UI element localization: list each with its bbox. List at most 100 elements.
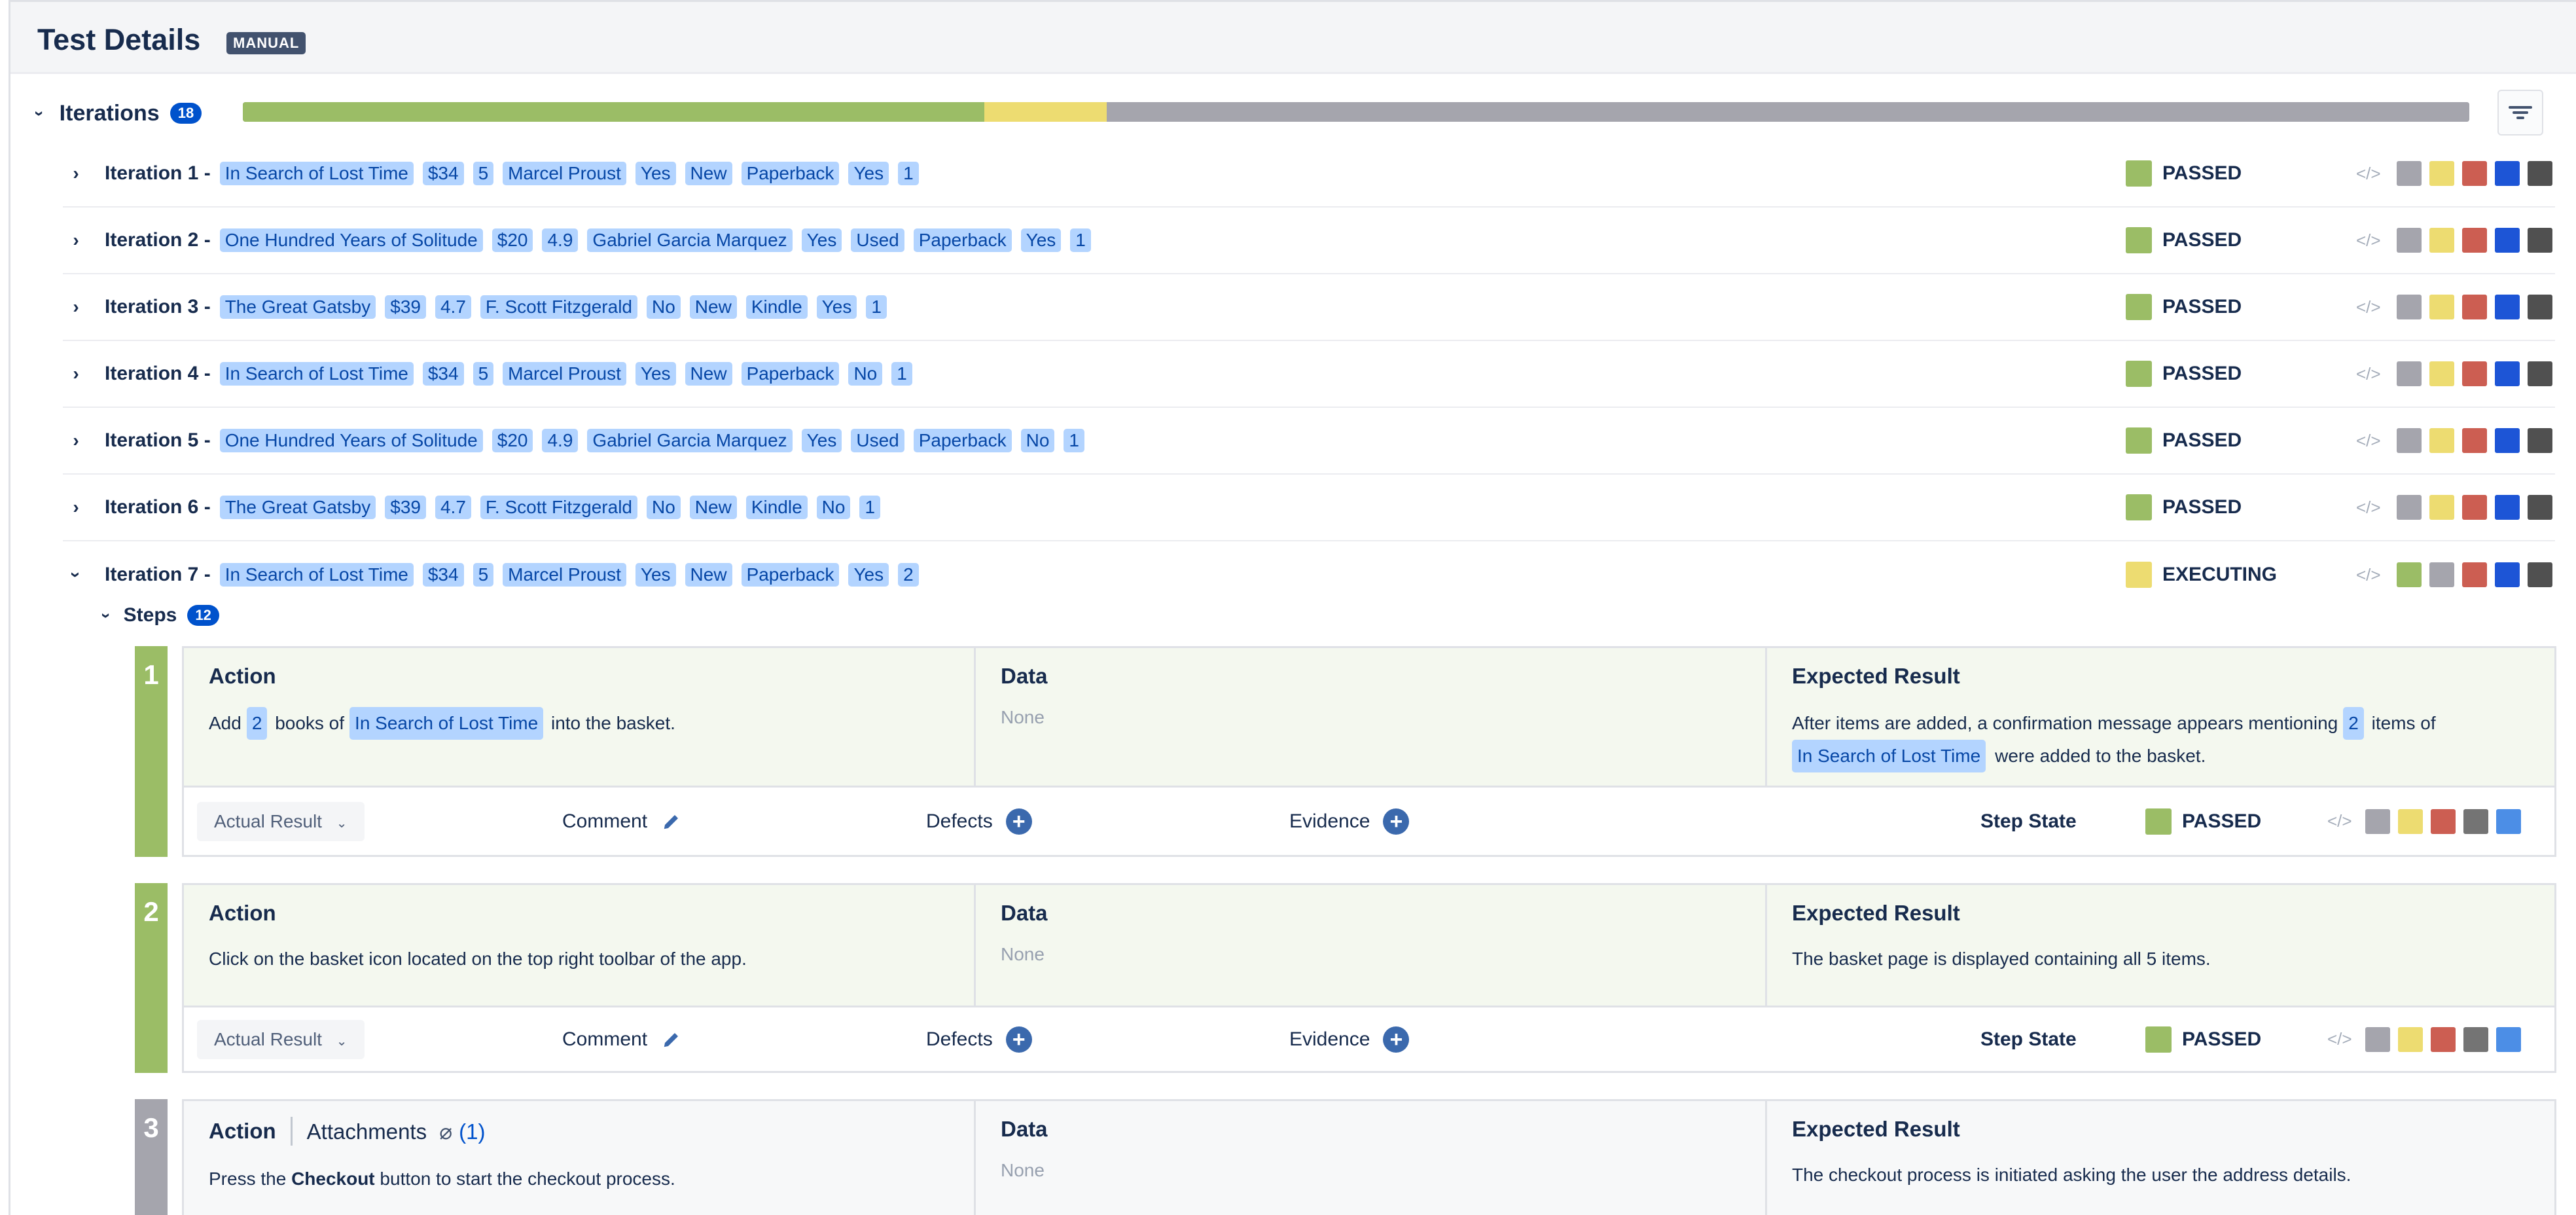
code-icon[interactable]: </> [2356, 364, 2381, 384]
iterations-toggle[interactable]: › Iterations 18 [30, 95, 202, 132]
action-text: Press the Checkout button to start the c… [209, 1169, 675, 1189]
status-failed-button[interactable] [2430, 1026, 2456, 1052]
status-aborted-button[interactable] [2527, 428, 2552, 453]
status-option-button[interactable] [2429, 361, 2454, 386]
status-blocked-button[interactable] [2494, 495, 2520, 520]
status-blocked-button[interactable] [2494, 361, 2520, 386]
comment-action[interactable]: Comment [562, 1028, 681, 1051]
chevron-right-icon[interactable]: › [63, 430, 89, 451]
defects-action[interactable]: Defects + [926, 1026, 1032, 1053]
code-icon[interactable]: </> [2356, 164, 2381, 184]
chevron-right-icon[interactable]: › [63, 163, 89, 184]
attachments-link[interactable]: Attachments ⌀ (1) [307, 1119, 486, 1144]
status-executing-button[interactable] [2397, 1026, 2423, 1052]
action-column: Action Click on the basket icon located … [184, 885, 976, 1006]
code-icon[interactable]: </> [2356, 297, 2381, 317]
status-aborted-button[interactable] [2527, 361, 2552, 386]
status-option-button[interactable] [2396, 361, 2422, 386]
status-aborted-button[interactable] [2527, 228, 2552, 253]
status-blocked-button[interactable] [2494, 161, 2520, 186]
status-failed-button[interactable] [2461, 495, 2487, 520]
code-icon[interactable]: </> [2356, 565, 2381, 585]
expand-icon: ⌄ [336, 816, 348, 831]
status-swatch [2126, 227, 2152, 253]
status-option-button[interactable] [2396, 428, 2422, 453]
iteration-status-buttons: </> [2356, 495, 2552, 520]
iteration-status: PASSED [2126, 160, 2242, 187]
evidence-action[interactable]: Evidence + [1289, 808, 1410, 835]
status-failed-button[interactable] [2461, 361, 2487, 386]
iteration-name: Iteration 7 - [105, 564, 211, 585]
status-aborted-button[interactable] [2463, 1026, 2488, 1052]
status-option-button[interactable] [2396, 161, 2422, 186]
steps-toggle[interactable]: › Steps 12 [97, 604, 219, 626]
code-icon[interactable]: </> [2356, 498, 2381, 518]
step-state-buttons: </> [2327, 808, 2521, 834]
status-option-button[interactable] [2429, 562, 2454, 587]
status-option-button[interactable] [2429, 228, 2454, 253]
status-todo-button[interactable] [2365, 1026, 2390, 1052]
code-icon[interactable]: </> [2327, 811, 2352, 831]
comment-action[interactable]: Comment [562, 810, 681, 833]
chevron-right-icon[interactable]: › [63, 497, 89, 518]
status-aborted-button[interactable] [2527, 562, 2552, 587]
step-number: 2 [135, 883, 168, 1073]
status-option-button[interactable] [2429, 295, 2454, 319]
code-icon[interactable]: </> [2327, 1029, 2352, 1049]
status-failed-button[interactable] [2461, 161, 2487, 186]
status-failed-button[interactable] [2461, 295, 2487, 319]
data-value: None [1001, 1160, 1045, 1180]
param-tag: $39 [385, 496, 426, 519]
param-tag: Yes [1020, 228, 1062, 252]
status-option-button[interactable] [2396, 228, 2422, 253]
defects-action[interactable]: Defects + [926, 808, 1032, 835]
status-blocked-button[interactable] [2494, 295, 2520, 319]
step-number: 1 [135, 646, 168, 857]
status-option-button[interactable] [2429, 428, 2454, 453]
status-aborted-button[interactable] [2527, 161, 2552, 186]
status-failed-button[interactable] [2461, 562, 2487, 587]
status-todo-button[interactable] [2365, 808, 2390, 834]
status-option-button[interactable] [2396, 562, 2422, 587]
status-failed-button[interactable] [2461, 428, 2487, 453]
param-tag: New [685, 362, 732, 386]
iteration-row[interactable]: › Iteration 6 - The Great Gatsby $39 4.7 F. S… [63, 475, 2555, 541]
status-blocked-button[interactable] [2494, 562, 2520, 587]
status-option-button[interactable] [2396, 495, 2422, 520]
status-failed-button[interactable] [2461, 228, 2487, 253]
status-option-button[interactable] [2429, 161, 2454, 186]
actual-result-button[interactable]: Actual Result ⌄ [197, 801, 365, 841]
status-aborted-button[interactable] [2527, 495, 2552, 520]
param-tag: $34 [422, 162, 464, 185]
param-tag: One Hundred Years of Solitude [219, 429, 483, 452]
iteration-row[interactable]: › Iteration 1 - In Search of Lost Time $34 5… [63, 141, 2555, 208]
param-tag: New [685, 563, 732, 587]
iteration-row[interactable]: › Iteration 3 - The Great Gatsby $39 4.7 F. S… [63, 274, 2555, 341]
status-blocked-button[interactable] [2496, 1026, 2521, 1052]
status-option-button[interactable] [2429, 495, 2454, 520]
status-blocked-button[interactable] [2496, 808, 2521, 834]
status-blocked-button[interactable] [2494, 228, 2520, 253]
chevron-down-icon[interactable]: › [65, 562, 86, 588]
action-title: Action [209, 1119, 276, 1143]
chevron-right-icon[interactable]: › [63, 363, 89, 384]
status-aborted-button[interactable] [2527, 295, 2552, 319]
chevron-right-icon[interactable]: › [63, 297, 89, 317]
iteration-row[interactable]: › Iteration 5 - One Hundred Years of Solit… [63, 408, 2555, 475]
filter-button[interactable] [2497, 90, 2543, 136]
data-value: None [1001, 944, 1045, 964]
iteration-row[interactable]: › Iteration 4 - In Search of Lost Time $34 5… [63, 341, 2555, 408]
status-option-button[interactable] [2396, 295, 2422, 319]
actual-result-button[interactable]: Actual Result ⌄ [197, 1019, 365, 1059]
iteration-row[interactable]: › Iteration 7 - In Search of Lost Time $34 5… [63, 541, 2555, 608]
code-icon[interactable]: </> [2356, 431, 2381, 451]
status-executing-button[interactable] [2397, 808, 2423, 834]
iteration-row[interactable]: › Iteration 2 - One Hundred Years of Solit… [63, 208, 2555, 274]
evidence-action[interactable]: Evidence + [1289, 1026, 1410, 1053]
param-tag: 4.7 [435, 496, 471, 519]
status-blocked-button[interactable] [2494, 428, 2520, 453]
chevron-right-icon[interactable]: › [63, 230, 89, 251]
status-failed-button[interactable] [2430, 808, 2456, 834]
status-aborted-button[interactable] [2463, 808, 2488, 834]
code-icon[interactable]: </> [2356, 230, 2381, 251]
